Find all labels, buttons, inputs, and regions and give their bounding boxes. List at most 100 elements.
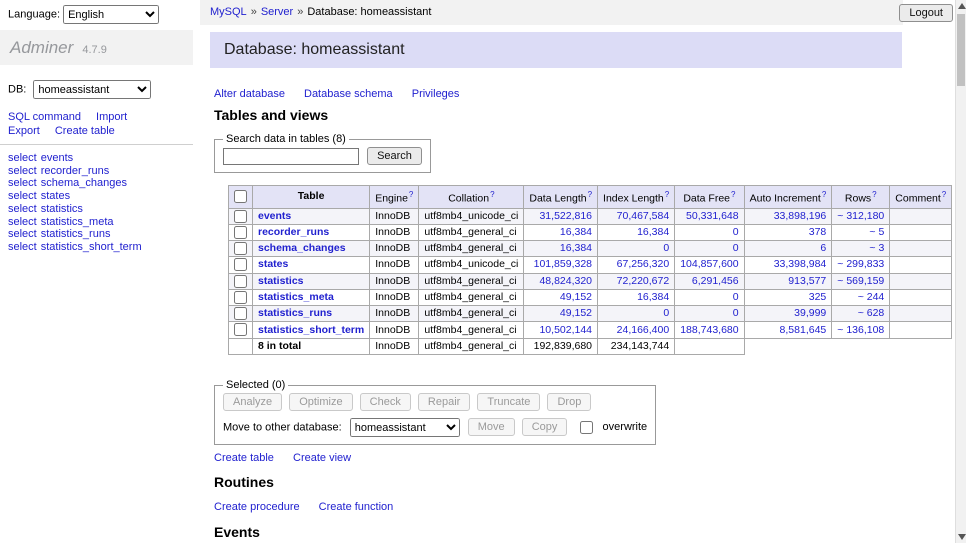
rows-link[interactable]: ~ 3 <box>869 242 884 254</box>
sidebar-select-link[interactable]: select <box>8 190 37 202</box>
data-length-link[interactable]: 48,824,320 <box>539 275 592 287</box>
table-name-link[interactable]: statistics_short_term <box>258 324 364 336</box>
rows-link[interactable]: ~ 5 <box>869 226 884 238</box>
db-select[interactable]: homeassistant <box>33 80 151 99</box>
table-name-link[interactable]: states <box>258 258 288 270</box>
row-checkbox[interactable] <box>234 291 247 304</box>
row-checkbox[interactable] <box>234 275 247 288</box>
scroll-up-arrow-icon[interactable] <box>958 3 966 9</box>
help-icon[interactable]: ? <box>942 190 946 199</box>
index-length-link[interactable]: 67,256,320 <box>617 258 670 270</box>
data-length-link[interactable]: 49,152 <box>560 307 592 319</box>
help-icon[interactable]: ? <box>409 190 413 199</box>
index-length-link[interactable]: 72,220,672 <box>617 275 670 287</box>
sidebar-table-link[interactable]: events <box>41 152 73 164</box>
index-length-link[interactable]: 16,384 <box>637 291 669 303</box>
sidebar-action-link[interactable]: Create table <box>55 125 115 137</box>
help-icon[interactable]: ? <box>822 190 826 199</box>
sidebar-table-link[interactable]: statistics_runs <box>41 228 111 240</box>
rows-link[interactable]: ~ 312,180 <box>837 210 884 222</box>
auto-increment-link[interactable]: 39,999 <box>794 307 826 319</box>
sidebar-table-link[interactable]: recorder_runs <box>41 165 109 177</box>
routine-link[interactable]: Create function <box>319 501 394 513</box>
sidebar-action-link[interactable]: SQL command <box>8 111 81 123</box>
sidebar-action-link[interactable]: Export <box>8 125 40 137</box>
search-button[interactable]: Search <box>367 147 422 165</box>
row-checkbox[interactable] <box>234 307 247 320</box>
table-name-link[interactable]: statistics_meta <box>258 291 334 303</box>
sidebar-select-link[interactable]: select <box>8 152 37 164</box>
index-length-link[interactable]: 24,166,400 <box>617 324 670 336</box>
help-icon[interactable]: ? <box>665 190 669 199</box>
auto-increment-link[interactable]: 913,577 <box>788 275 826 287</box>
sidebar-table-link[interactable]: statistics <box>41 203 83 215</box>
data-free-link[interactable]: 0 <box>733 242 739 254</box>
breadcrumb-link-mysql[interactable]: MySQL <box>210 6 247 18</box>
index-length-link[interactable]: 70,467,584 <box>617 210 670 222</box>
auto-increment-link[interactable]: 33,898,196 <box>774 210 827 222</box>
data-free-link[interactable]: 0 <box>733 307 739 319</box>
scrollbar-thumb[interactable] <box>957 14 965 86</box>
table-name-link[interactable]: events <box>258 210 291 222</box>
index-length-link[interactable]: 0 <box>663 242 669 254</box>
data-free-link[interactable]: 50,331,648 <box>686 210 739 222</box>
table-name-link[interactable]: recorder_runs <box>258 226 329 238</box>
data-free-link[interactable]: 188,743,680 <box>680 324 738 336</box>
rows-link[interactable]: ~ 569,159 <box>837 275 884 287</box>
row-checkbox[interactable] <box>234 323 247 336</box>
data-length-link[interactable]: 49,152 <box>560 291 592 303</box>
sidebar-select-link[interactable]: select <box>8 177 37 189</box>
scroll-down-arrow-icon[interactable] <box>958 534 966 540</box>
sidebar-table-link[interactable]: states <box>41 190 70 202</box>
rows-link[interactable]: ~ 628 <box>858 307 885 319</box>
data-free-link[interactable]: 0 <box>733 226 739 238</box>
row-checkbox[interactable] <box>234 242 247 255</box>
database-action-link[interactable]: Privileges <box>412 88 460 100</box>
sidebar-select-link[interactable]: select <box>8 216 37 228</box>
index-length-link[interactable]: 0 <box>663 307 669 319</box>
rows-link[interactable]: ~ 244 <box>858 291 885 303</box>
rows-link[interactable]: ~ 136,108 <box>837 324 884 336</box>
data-length-link[interactable]: 101,859,328 <box>534 258 592 270</box>
routine-link[interactable]: Create procedure <box>214 501 300 513</box>
auto-increment-link[interactable]: 325 <box>809 291 827 303</box>
data-length-link[interactable]: 10,502,144 <box>539 324 592 336</box>
index-length-link[interactable]: 16,384 <box>637 226 669 238</box>
data-free-link[interactable]: 0 <box>733 291 739 303</box>
vertical-scrollbar[interactable] <box>955 0 966 543</box>
sidebar-table-link[interactable]: statistics_meta <box>41 216 114 228</box>
rows-link[interactable]: ~ 299,833 <box>837 258 884 270</box>
sidebar-action-link[interactable]: Import <box>96 111 127 123</box>
row-checkbox[interactable] <box>234 226 247 239</box>
auto-increment-link[interactable]: 378 <box>809 226 827 238</box>
logout-button[interactable]: Logout <box>899 4 953 22</box>
breadcrumb-link-server[interactable]: Server <box>261 6 293 18</box>
row-checkbox[interactable] <box>234 210 247 223</box>
sidebar-select-link[interactable]: select <box>8 241 37 253</box>
sidebar-select-link[interactable]: select <box>8 203 37 215</box>
database-action-link[interactable]: Database schema <box>304 88 393 100</box>
data-length-link[interactable]: 16,384 <box>560 242 592 254</box>
help-icon[interactable]: ? <box>588 190 592 199</box>
help-icon[interactable]: ? <box>872 190 876 199</box>
table-name-link[interactable]: schema_changes <box>258 242 346 254</box>
select-all-checkbox[interactable] <box>234 190 247 203</box>
sidebar-table-link[interactable]: schema_changes <box>41 177 127 189</box>
help-icon[interactable]: ? <box>731 190 735 199</box>
data-free-link[interactable]: 6,291,456 <box>692 275 739 287</box>
sidebar-select-link[interactable]: select <box>8 228 37 240</box>
language-select[interactable]: English <box>63 5 159 24</box>
table-name-link[interactable]: statistics_runs <box>258 307 332 319</box>
sidebar-table-link[interactable]: statistics_short_term <box>41 241 142 253</box>
auto-increment-link[interactable]: 33,398,984 <box>774 258 827 270</box>
help-icon[interactable]: ? <box>490 190 494 199</box>
auto-increment-link[interactable]: 6 <box>820 242 826 254</box>
data-length-link[interactable]: 16,384 <box>560 226 592 238</box>
move-db-select[interactable]: homeassistant <box>350 418 460 437</box>
overwrite-checkbox[interactable] <box>580 421 593 434</box>
create-link[interactable]: Create view <box>293 452 351 464</box>
auto-increment-link[interactable]: 8,581,645 <box>780 324 827 336</box>
create-link[interactable]: Create table <box>214 452 274 464</box>
search-input[interactable] <box>223 148 359 165</box>
database-action-link[interactable]: Alter database <box>214 88 285 100</box>
